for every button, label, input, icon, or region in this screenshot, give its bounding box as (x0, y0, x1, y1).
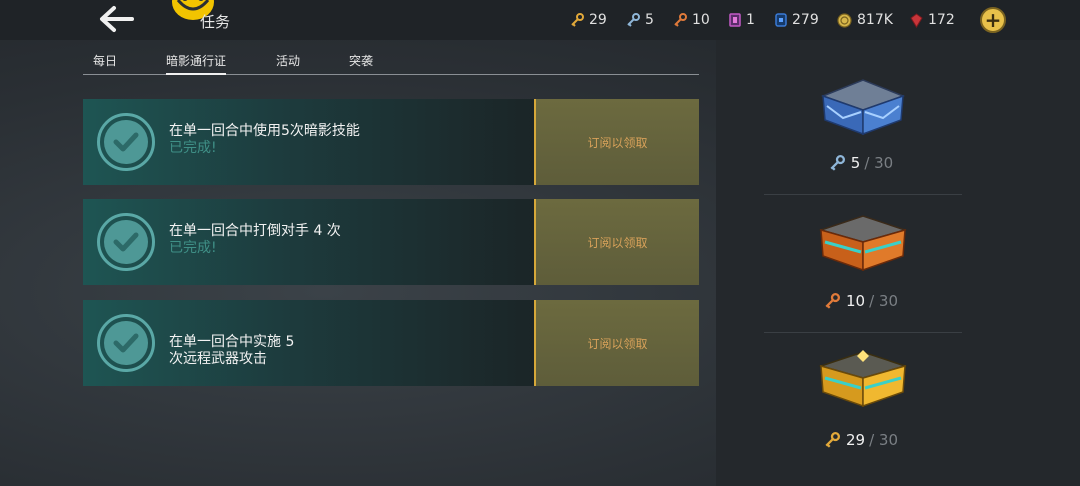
key-count: 10 (845, 292, 866, 310)
gold-key-counter: 29 (570, 10, 607, 30)
card-icon (775, 13, 787, 27)
key-max: / 30 (869, 292, 898, 310)
tab-events[interactable]: 活动 (276, 52, 300, 69)
orange-key-counter: 10 (673, 10, 710, 30)
ticket-count: 1 (746, 12, 755, 28)
tab-daily[interactable]: 每日 (93, 52, 117, 69)
blue-key-counter: 5 (626, 10, 654, 30)
page-title: 任务 (200, 13, 231, 31)
tab-bar: 每日 暗影通行证 活动 突袭 (83, 48, 699, 75)
checkmark-icon (97, 113, 155, 171)
add-currency-button[interactable]: + (980, 7, 1006, 33)
blue-key-progress: 5 / 30 (716, 154, 1006, 172)
gold-key-progress: 29 / 30 (716, 431, 1006, 449)
card-count: 279 (792, 12, 819, 28)
tab-shadow-pass[interactable]: 暗影通行证 (166, 52, 227, 75)
top-bar: 任务 29 5 10 1 279 817K 172 + (0, 0, 1080, 40)
ticket-counter: 1 (729, 10, 755, 30)
orange-chest-icon[interactable] (813, 212, 913, 276)
coin-icon (837, 12, 852, 28)
blue-key-icon (830, 155, 845, 171)
quest-info: 在单一回合中使用5次暗影技能 已完成! (83, 99, 534, 185)
gold-chest-icon[interactable] (813, 348, 913, 412)
quest-card: 在单一回合中打倒对手 4 次 已完成! 订阅以领取 (83, 199, 699, 285)
back-arrow-icon[interactable] (96, 4, 140, 34)
subscribe-to-claim-button[interactable]: 订阅以领取 (534, 300, 699, 386)
gold-key-icon (825, 432, 840, 448)
key-count: 29 (845, 431, 866, 449)
quest-status: 已完成! (169, 140, 217, 156)
checkmark-icon (97, 213, 155, 271)
orange-key-icon (825, 293, 840, 309)
gem-count: 172 (928, 12, 955, 28)
orange-key-progress: 10 / 30 (716, 292, 1006, 310)
coin-count: 817K (857, 12, 893, 28)
quest-description: 在单一回合中实施 5 次远程武器攻击 (169, 334, 295, 367)
checkmark-icon (97, 314, 155, 372)
quest-description: 在单一回合中打倒对手 4 次 (169, 223, 341, 239)
subscribe-to-claim-button[interactable]: 订阅以领取 (534, 199, 699, 285)
quest-card: 在单一回合中使用5次暗影技能 已完成! 订阅以领取 (83, 99, 699, 185)
orange-key-count: 10 (692, 12, 710, 28)
orange-key-icon (674, 13, 687, 27)
blue-chest-icon[interactable] (813, 74, 913, 138)
card-counter: 279 (775, 10, 819, 30)
divider (764, 332, 962, 333)
gem-counter: 172 (910, 10, 955, 30)
blue-key-count: 5 (645, 12, 654, 28)
quest-info: 在单一回合中实施 5 次远程武器攻击 (83, 300, 534, 386)
quest-info: 在单一回合中打倒对手 4 次 已完成! (83, 199, 534, 285)
ticket-icon (729, 13, 741, 27)
key-max: / 30 (864, 154, 894, 172)
coin-counter: 817K (837, 10, 893, 30)
divider (764, 194, 962, 195)
gem-icon (910, 12, 923, 28)
quest-card: 在单一回合中实施 5 次远程武器攻击 订阅以领取 (83, 300, 699, 386)
subscribe-to-claim-button[interactable]: 订阅以领取 (534, 99, 699, 185)
gold-key-count: 29 (589, 12, 607, 28)
key-max: / 30 (869, 431, 898, 449)
quest-description: 在单一回合中使用5次暗影技能 (169, 123, 360, 139)
tab-raid[interactable]: 突袭 (349, 52, 373, 69)
reward-chest-panel: 5 / 30 10 / 30 29 / 30 (716, 40, 1080, 486)
quest-status: 已完成! (169, 240, 217, 256)
blue-key-icon (627, 13, 640, 27)
gold-key-icon (571, 13, 584, 27)
key-count: 5 (850, 154, 861, 172)
